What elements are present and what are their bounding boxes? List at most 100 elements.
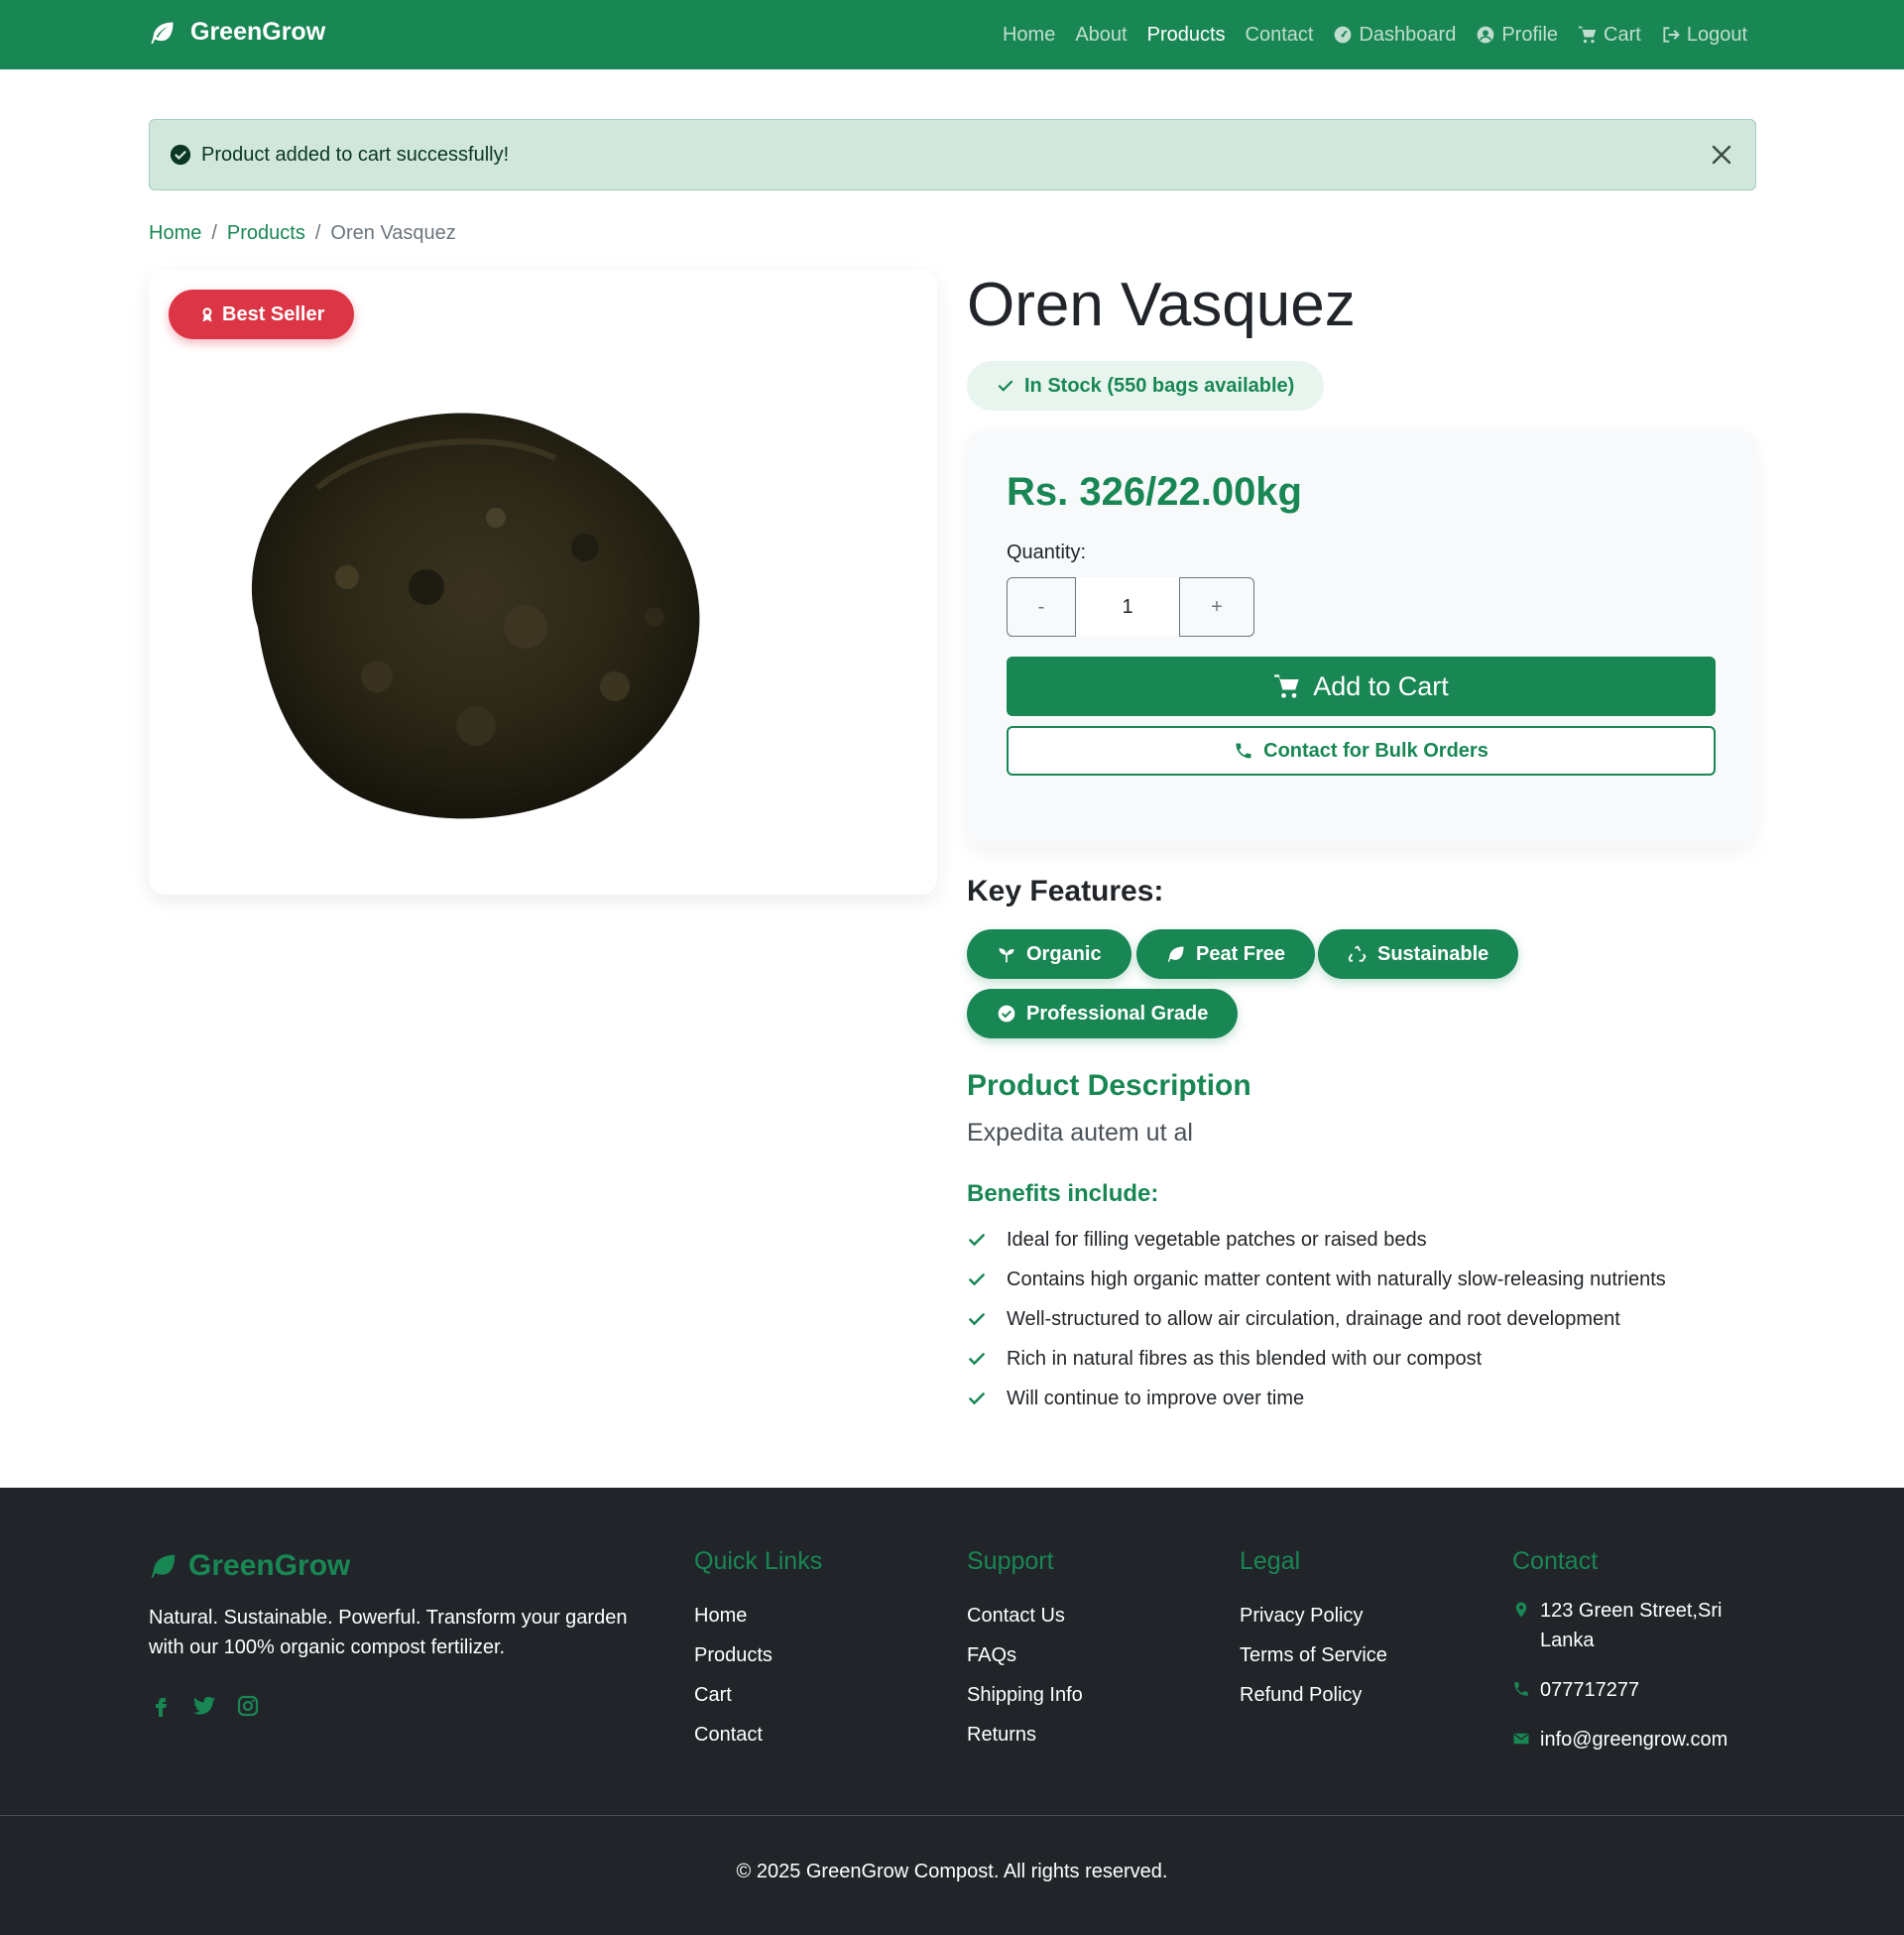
quick-links-title: Quick Links	[694, 1547, 823, 1575]
alert-message: Product added to cart successfully!	[201, 143, 510, 166]
list-item: Well-structured to allow air circulation…	[967, 1299, 1666, 1339]
contact-phone: 077717277	[1512, 1675, 1740, 1705]
check-icon	[969, 1313, 985, 1326]
leaf-icon	[151, 22, 174, 44]
benefit-text: Well-structured to allow air circulation…	[1007, 1307, 1620, 1330]
quantity-input[interactable]: 1	[1076, 577, 1179, 637]
leaf-icon	[151, 1554, 176, 1578]
nav-dashboard-label: Dashboard	[1359, 23, 1457, 46]
contact-email-text[interactable]: info@greengrow.com	[1540, 1725, 1727, 1754]
nav-contact-label: Contact	[1245, 23, 1314, 46]
copyright: © 2025 GreenGrow Compost. All rights res…	[736, 1861, 1168, 1882]
breadcrumb-separator: /	[314, 222, 321, 244]
nav-about-label: About	[1075, 23, 1128, 46]
recycle-icon	[1348, 945, 1367, 962]
benefit-text: Will continue to improve over time	[1007, 1387, 1305, 1409]
feature-sustainable-label: Sustainable	[1377, 942, 1489, 965]
nav-dashboard[interactable]: Dashboard	[1333, 24, 1456, 47]
map-pin-icon	[1515, 1602, 1527, 1618]
logout-icon	[1663, 27, 1680, 43]
benefit-text: Contains high organic matter content wit…	[1007, 1268, 1666, 1290]
breadcrumb-separator: /	[211, 222, 217, 244]
description-title: Product Description	[967, 1069, 1251, 1102]
feature-organic-label: Organic	[1026, 942, 1102, 965]
nav-products[interactable]: Products	[1147, 24, 1226, 47]
breadcrumb-home[interactable]: Home	[149, 222, 201, 245]
footer-link-contact[interactable]: Contact	[694, 1715, 822, 1754]
quantity-decrease-button[interactable]: -	[1007, 577, 1076, 637]
description-text: Expedita autem ut al	[967, 1119, 1193, 1147]
feature-sustainable: Sustainable	[1318, 929, 1519, 979]
footer-about: Natural. Sustainable. Powerful. Transfor…	[149, 1607, 628, 1658]
footer-link-terms-of-service[interactable]: Terms of Service	[1240, 1635, 1387, 1675]
navbar: GreenGrow Home About Products Contact Da…	[0, 0, 1904, 69]
footer-link-products[interactable]: Products	[694, 1635, 822, 1675]
feature-professional-grade-label: Professional Grade	[1026, 1002, 1209, 1025]
breadcrumb-products[interactable]: Products	[227, 222, 305, 245]
nav-home[interactable]: Home	[1003, 24, 1055, 47]
seedling-icon	[999, 948, 1014, 963]
breadcrumb: Home / Products / Oren Vasquez	[149, 222, 456, 245]
add-to-cart-label: Add to Cart	[1313, 670, 1449, 701]
quantity-increase-button[interactable]: +	[1179, 577, 1254, 637]
breadcrumb-current: Oren Vasquez	[330, 222, 456, 244]
footer-link-privacy-policy[interactable]: Privacy Policy	[1240, 1596, 1387, 1635]
leaf-icon	[1167, 946, 1184, 962]
benefits-list: Ideal for filling vegetable patches or r…	[967, 1220, 1666, 1418]
legal-column: Legal Privacy Policy Terms of Service Re…	[1240, 1547, 1387, 1715]
social-links	[149, 1694, 260, 1718]
footer-link-returns[interactable]: Returns	[967, 1715, 1083, 1754]
nav-profile[interactable]: Profile	[1476, 24, 1558, 47]
envelope-icon	[1513, 1733, 1529, 1745]
contact-address-text: 123 Green Street,Sri Lanka	[1540, 1600, 1723, 1651]
instagram-icon[interactable]	[236, 1694, 260, 1718]
check-icon	[969, 1392, 985, 1405]
footer-link-cart[interactable]: Cart	[694, 1675, 822, 1715]
feature-organic: Organic	[967, 929, 1131, 979]
purchase-card: Rs. 326/22.00kg Quantity: - 1 + Add to C…	[967, 430, 1756, 847]
legal-title: Legal	[1240, 1547, 1301, 1575]
contact-address: 123 Green Street,Sri Lanka	[1512, 1596, 1740, 1655]
bulk-orders-label: Contact for Bulk Orders	[1263, 739, 1488, 762]
benefits-title: Benefits include:	[967, 1180, 1159, 1207]
key-features-title: Key Features:	[967, 875, 1164, 907]
bulk-orders-button[interactable]: Contact for Bulk Orders	[1007, 726, 1716, 776]
brand[interactable]: GreenGrow	[149, 18, 325, 47]
brand-name: GreenGrow	[190, 18, 326, 46]
gauge-icon	[1335, 26, 1352, 44]
nav-links: Home About Products Contact Dashboard Pr…	[1003, 0, 1747, 69]
close-icon[interactable]	[1706, 139, 1737, 171]
phone-icon	[1514, 1682, 1528, 1696]
footer-link-faqs[interactable]: FAQs	[967, 1635, 1083, 1675]
benefit-text: Ideal for filling vegetable patches or r…	[1007, 1228, 1427, 1251]
twitter-icon[interactable]	[192, 1694, 216, 1718]
stock-status-text: In Stock (550 bags available)	[1024, 374, 1295, 397]
nav-logout-label: Logout	[1686, 23, 1747, 46]
footer-link-home[interactable]: Home	[694, 1596, 822, 1635]
nav-cart[interactable]: Cart	[1578, 24, 1641, 47]
list-item: Contains high organic matter content wit…	[967, 1260, 1666, 1299]
list-item: Will continue to improve over time	[967, 1379, 1666, 1418]
contact-title: Contact	[1512, 1547, 1599, 1575]
footer-brand: GreenGrow	[149, 1549, 350, 1583]
footer-link-shipping-info[interactable]: Shipping Info	[967, 1675, 1083, 1715]
nav-about[interactable]: About	[1075, 24, 1127, 47]
check-icon	[969, 1353, 985, 1366]
facebook-icon[interactable]	[149, 1694, 173, 1718]
check-circle-icon	[998, 1005, 1015, 1023]
product-image	[251, 413, 700, 819]
feature-peat-free: Peat Free	[1136, 929, 1316, 979]
nav-home-label: Home	[1002, 23, 1056, 46]
nav-logout[interactable]: Logout	[1661, 24, 1747, 47]
nav-contact[interactable]: Contact	[1246, 24, 1314, 47]
footer-link-contact-us[interactable]: Contact Us	[967, 1596, 1083, 1635]
best-seller-badge: Best Seller	[169, 290, 355, 339]
quantity-label: Quantity:	[1007, 542, 1087, 563]
footer-link-refund-policy[interactable]: Refund Policy	[1240, 1675, 1387, 1715]
add-to-cart-button[interactable]: Add to Cart	[1007, 657, 1716, 716]
feature-peat-free-label: Peat Free	[1196, 942, 1286, 965]
phone-icon	[1236, 743, 1251, 759]
contact-phone-text[interactable]: 077717277	[1540, 1675, 1639, 1705]
quick-links-column: Quick Links Home Products Cart Contact	[694, 1547, 822, 1754]
award-icon	[202, 307, 212, 322]
